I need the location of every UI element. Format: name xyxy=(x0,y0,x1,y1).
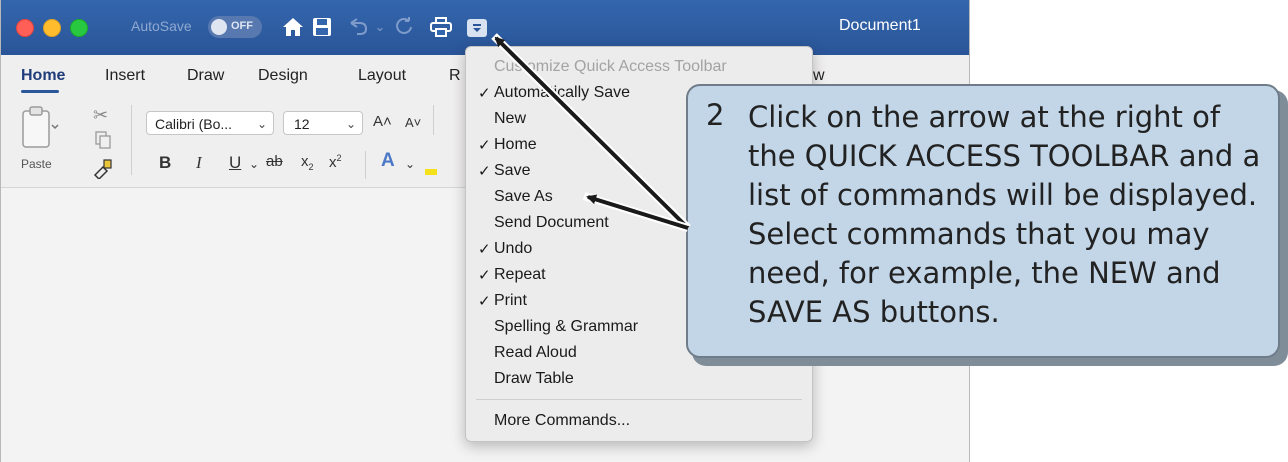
annotation-arrows xyxy=(491,33,691,232)
